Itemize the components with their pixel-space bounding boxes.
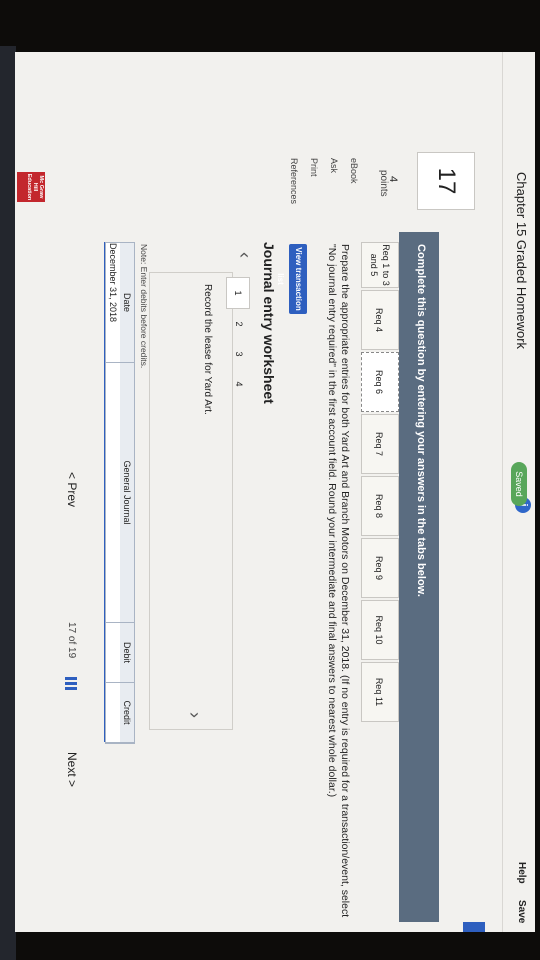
worksheet-page-2[interactable]: 2 (228, 309, 250, 339)
worksheet-panel (149, 272, 233, 730)
debit-input[interactable] (106, 623, 120, 683)
journal-header-row: Date General Journal Debit Credit (120, 243, 134, 743)
worksheet-title: Journal entry worksheet (261, 242, 277, 404)
tab-req-7[interactable]: Req 7 (361, 414, 399, 474)
next-button[interactable]: Next > (65, 752, 79, 787)
view-transaction-list-button[interactable]: View transaction list (276, 244, 307, 314)
tab-req-11[interactable]: Req 11 (361, 662, 399, 722)
chevron-right-icon[interactable]: › (184, 712, 205, 718)
requirement-prompt: Prepare the appropriate entries for both… (326, 244, 351, 918)
header-divider (502, 52, 503, 932)
worksheet-page-3[interactable]: 3 (228, 339, 250, 369)
header-date: Date (120, 243, 134, 363)
account-select[interactable] (106, 363, 120, 623)
record-instruction: Record the lease for Yard Art. (202, 284, 213, 415)
header-debit: Debit (120, 623, 134, 683)
table-row: December 31, 2018 (106, 243, 120, 743)
tab-req-1-to-3-and-5[interactable]: Req 1 to 3 and 5 (361, 242, 399, 288)
scroll-marker (463, 922, 485, 932)
points-label: points (378, 170, 389, 197)
saved-status-badge: Saved (511, 462, 527, 506)
chapter-title: Chapter 15 Graded Homework (514, 172, 529, 350)
requirement-tabs: Req 1 to 3 and 5 Req 4 Req 6 Req 7 Req 8… (359, 242, 399, 842)
tab-req-10[interactable]: Req 10 (361, 600, 399, 660)
save-link[interactable]: Save (516, 900, 527, 923)
tab-req-9[interactable]: Req 9 (361, 538, 399, 598)
taskbar (0, 46, 16, 960)
prev-button[interactable]: < Prev (65, 472, 79, 507)
worksheet-page-4[interactable]: 4 (228, 369, 250, 399)
page-indicator: 17 of 19 (66, 622, 77, 659)
tab-req-4[interactable]: Req 4 (361, 290, 399, 350)
header-general-journal: General Journal (120, 363, 134, 623)
note-text: Note: Enter debits before credits. (139, 244, 149, 369)
browser-screen: Chapter 15 Graded Homework i Saved Help … (15, 52, 535, 932)
header-credit: Credit (120, 683, 134, 743)
worksheet-page-1[interactable]: 1 (226, 277, 250, 309)
credit-input[interactable] (106, 683, 120, 743)
ask-link[interactable]: Ask (329, 158, 339, 173)
question-number: 17 (417, 152, 475, 210)
instruction-text: Complete this question by entering your … (415, 244, 427, 597)
journal-row-divider (96, 242, 105, 742)
date-cell[interactable]: December 31, 2018 (106, 243, 120, 363)
ebook-link[interactable]: eBook (349, 158, 359, 184)
print-link[interactable]: Print (309, 158, 319, 177)
tab-req-6[interactable]: Req 6 (361, 352, 399, 412)
help-link[interactable]: Help (516, 862, 527, 884)
grid-icon[interactable] (65, 677, 77, 691)
worksheet-pagination: 1 2 3 4 (226, 277, 250, 399)
tab-req-8[interactable]: Req 8 (361, 476, 399, 536)
journal-table: Date General Journal Debit Credit Decemb… (105, 242, 135, 744)
mcgraw-hill-logo: Mc Graw Hill Education (17, 172, 45, 202)
chevron-left-icon[interactable]: ‹ (234, 252, 255, 258)
references-link[interactable]: References (289, 158, 299, 204)
